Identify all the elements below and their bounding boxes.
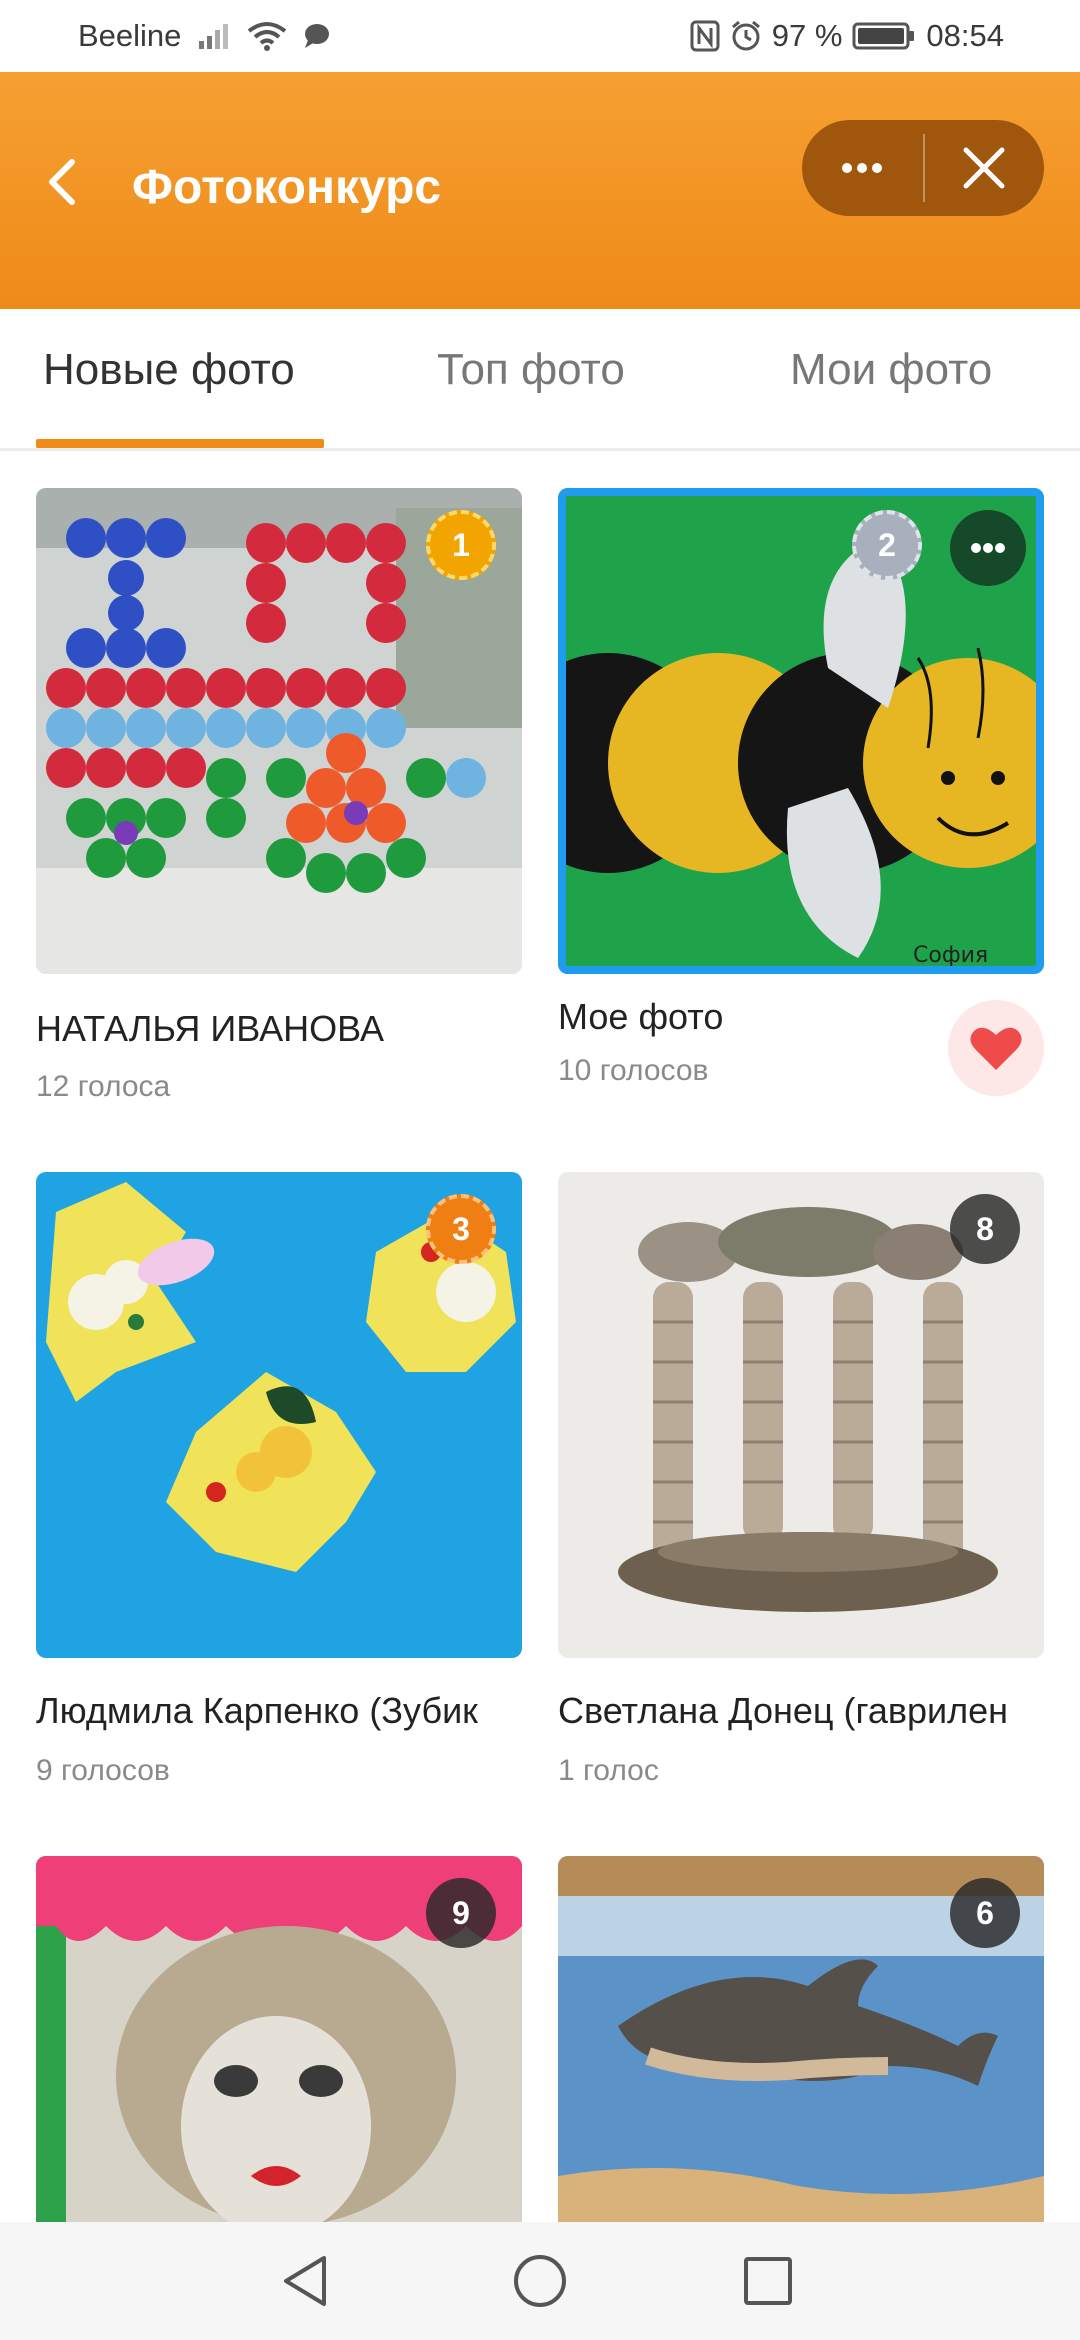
photo-card[interactable]: 8 Светлана Донец (гаврилен 1 голос: [558, 1172, 1044, 1812]
photo-thumbnail[interactable]: 8: [558, 1172, 1044, 1658]
photo-thumbnail[interactable]: 6: [558, 1856, 1044, 2222]
status-bar: Beeline 97 % 08:54: [0, 0, 1080, 72]
heart-icon: [970, 1027, 1022, 1070]
carrier-label: Beeline: [78, 18, 182, 53]
nfc-icon: [690, 20, 720, 52]
close-button[interactable]: [924, 120, 1044, 216]
photo-card[interactable]: 6: [558, 1856, 1044, 2222]
photo-thumbnail[interactable]: 9: [36, 1856, 522, 2222]
app-screen: Beeline 97 % 08:54 Фотоконкурс Новые фот…: [0, 0, 1080, 2340]
more-button[interactable]: [802, 120, 922, 216]
alarm-icon: [731, 20, 760, 51]
photo-card[interactable]: 3 Людмила Карпенко (Зубик 9 голосов: [36, 1172, 522, 1812]
tab-bar: Новые фото Топ фото Мои фото: [0, 309, 1080, 451]
page-title: Фотоконкурс: [132, 161, 442, 214]
tab-new-photos[interactable]: Новые фото: [43, 345, 295, 395]
photo-more-button[interactable]: [950, 510, 1026, 586]
rank-badge: 1: [426, 510, 496, 580]
like-button[interactable]: [948, 1000, 1044, 1096]
photo-card[interactable]: 1 НАТАЛЬЯ ИВАНОВА 12 голоса: [36, 488, 522, 1128]
nav-back-icon[interactable]: [272, 2246, 342, 2316]
nav-home-icon[interactable]: [505, 2246, 575, 2316]
photo-thumbnail[interactable]: 3: [36, 1172, 522, 1658]
photo-thumbnail[interactable]: 1: [36, 488, 522, 974]
tab-my-photos[interactable]: Мои фото: [790, 345, 992, 395]
rank-badge: 6: [950, 1878, 1020, 1948]
photo-thumbnail[interactable]: София 2: [558, 488, 1044, 974]
nav-recents-icon[interactable]: [733, 2246, 803, 2316]
votes-count: 1 голос: [558, 1754, 659, 1787]
back-arrow-icon[interactable]: [40, 152, 84, 212]
message-icon: [305, 24, 330, 48]
rank-badge: 8: [950, 1194, 1020, 1264]
close-icon: [963, 147, 1005, 189]
svg-text:София: София: [913, 943, 988, 968]
clock: 08:54: [926, 18, 1004, 53]
votes-count: 9 голосов: [36, 1754, 170, 1787]
photo-card[interactable]: 9: [36, 1856, 522, 2222]
header-actions: [802, 120, 1044, 216]
wifi-icon: [248, 22, 287, 51]
author-name: Светлана Донец (гаврилен: [558, 1690, 1009, 1731]
tab-top-photos[interactable]: Топ фото: [437, 345, 625, 395]
author-name: НАТАЛЬЯ ИВАНОВА: [36, 1008, 384, 1049]
battery-icon: [852, 22, 915, 50]
rank-badge: 2: [852, 510, 922, 580]
votes-count: 10 голосов: [558, 1054, 709, 1087]
battery-percent: 97 %: [771, 18, 843, 53]
system-nav-bar: [0, 2222, 1080, 2340]
more-icon: [842, 163, 882, 173]
author-name: Мое фото: [558, 996, 724, 1037]
rank-badge: 9: [426, 1878, 496, 1948]
app-header: Фотоконкурс: [0, 72, 1080, 309]
photo-card[interactable]: София 2 Мое фото 10 голосов: [558, 488, 1044, 1128]
rank-badge: 3: [426, 1194, 496, 1264]
more-icon: [971, 543, 1005, 553]
signal-icon: [199, 24, 229, 49]
active-tab-indicator: [36, 439, 324, 448]
votes-count: 12 голоса: [36, 1070, 171, 1103]
author-name: Людмила Карпенко (Зубик: [36, 1690, 478, 1731]
